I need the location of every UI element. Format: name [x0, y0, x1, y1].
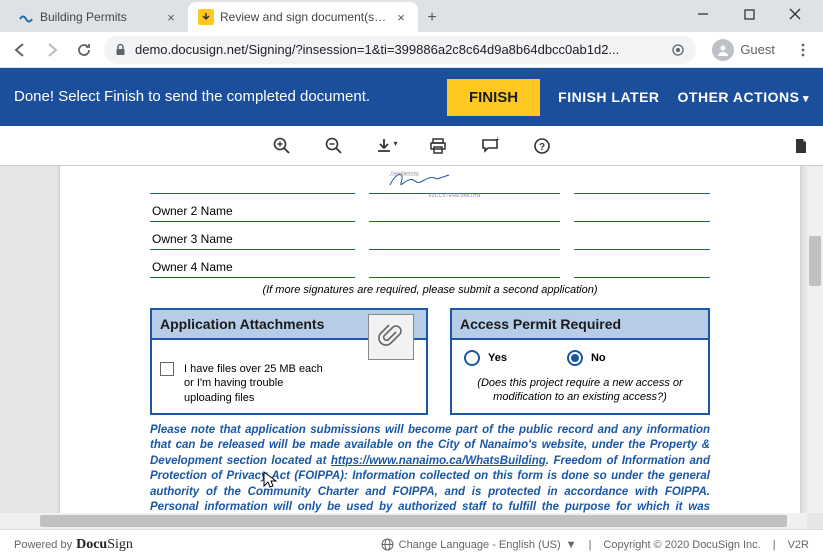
download-icon[interactable]: ▾	[374, 134, 398, 158]
owner1-date-cell	[574, 190, 711, 194]
avatar-icon	[712, 39, 734, 61]
comment-icon[interactable]: +	[478, 134, 502, 158]
new-tab-button[interactable]: +	[418, 4, 446, 32]
horizontal-scrollbar[interactable]	[0, 513, 807, 529]
profile-chip[interactable]: Guest	[704, 37, 783, 63]
vertical-scrollbar[interactable]	[807, 166, 823, 513]
owner1-name-cell	[150, 190, 355, 194]
owner-signature-table: DocuSigned by: 63CC57EREVA81HN Owner 2 N…	[150, 166, 710, 278]
tab-title: Review and sign document(s) | D	[220, 10, 388, 24]
radio-yes-label: Yes	[488, 352, 507, 364]
svg-text:+: +	[495, 136, 500, 144]
signature-id: 63CC57EREVA81HN	[429, 193, 481, 199]
owner3-name-cell[interactable]: Owner 3 Name	[150, 232, 355, 250]
scroll-thumb[interactable]	[809, 236, 821, 286]
owner3-date-cell[interactable]	[574, 246, 711, 250]
menu-button[interactable]	[791, 38, 815, 62]
finish-button[interactable]: FINISH	[447, 79, 540, 116]
globe-icon	[381, 538, 394, 551]
docusign-logo[interactable]: DocuSign	[76, 537, 133, 553]
access-permit-no-radio[interactable]	[567, 350, 583, 366]
forward-button[interactable]	[40, 38, 64, 62]
scroll-thumb[interactable]	[40, 515, 787, 527]
guest-label: Guest	[740, 42, 775, 57]
access-permit-yes-radio[interactable]	[464, 350, 480, 366]
back-button[interactable]	[8, 38, 32, 62]
zoom-in-icon[interactable]	[270, 134, 294, 158]
tab-docusign[interactable]: Review and sign document(s) | D ×	[188, 2, 418, 32]
maximize-button[interactable]	[735, 4, 763, 24]
tab-strip: Building Permits × Review and sign docum…	[0, 0, 446, 32]
owner4-signature-cell[interactable]	[369, 274, 560, 278]
owner2-signature-cell[interactable]	[369, 218, 560, 222]
window-controls	[689, 4, 823, 32]
favicon-icon	[18, 9, 34, 25]
document-toolbar: ▾ + ?	[0, 126, 823, 166]
page-footer: Powered by DocuSign Change Language - En…	[0, 529, 823, 559]
owner4-date-cell[interactable]	[574, 274, 711, 278]
owner1-signature-cell[interactable]: DocuSigned by: 63CC57EREVA81HN	[369, 190, 560, 194]
other-actions-dropdown[interactable]: OTHER ACTIONS	[678, 89, 809, 105]
access-permit-title: Access Permit Required	[452, 310, 708, 340]
owner2-name-cell[interactable]: Owner 2 Name	[150, 204, 355, 222]
access-permit-help: (Does this project require a new access …	[460, 376, 700, 405]
tab-building-permits[interactable]: Building Permits ×	[8, 2, 188, 32]
banner-message: Done! Select Finish to send the complete…	[14, 87, 429, 107]
tab-title: Building Permits	[40, 10, 158, 24]
change-language-dropdown[interactable]: Change Language - English (US) ▼	[381, 538, 577, 551]
close-icon[interactable]: ×	[394, 10, 408, 24]
zoom-out-icon[interactable]	[322, 134, 346, 158]
version-text: V2R	[788, 539, 809, 551]
access-permit-box: Access Permit Required Yes No (Does this…	[450, 308, 710, 415]
lock-icon	[114, 43, 127, 56]
attachments-box: Application Attachments I have files ove…	[150, 308, 428, 415]
attachment-upload-button[interactable]	[368, 314, 414, 360]
document-viewport: DocuSigned by: 63CC57EREVA81HN Owner 2 N…	[0, 166, 823, 529]
reload-button[interactable]	[72, 38, 96, 62]
owner3-signature-cell[interactable]	[369, 246, 560, 250]
docusign-banner: Done! Select Finish to send the complete…	[0, 68, 823, 126]
documents-panel-icon[interactable]	[789, 134, 813, 158]
chevron-down-icon: ▼	[566, 539, 577, 551]
svg-text:?: ?	[538, 142, 544, 153]
address-bar: demo.docusign.net/Signing/?insession=1&t…	[0, 32, 823, 68]
owner2-date-cell[interactable]	[574, 218, 711, 222]
url-field[interactable]: demo.docusign.net/Signing/?insession=1&t…	[104, 36, 696, 64]
svg-text:DocuSigned by:: DocuSigned by:	[391, 170, 419, 175]
whats-building-link[interactable]: https://www.nanaimo.ca/WhatsBuilding	[331, 455, 546, 467]
copyright-text: Copyright © 2020 DocuSign Inc.	[603, 539, 760, 551]
browser-titlebar: Building Permits × Review and sign docum…	[0, 0, 823, 32]
close-icon[interactable]: ×	[164, 10, 178, 24]
target-icon[interactable]	[670, 42, 686, 58]
favicon-icon	[198, 9, 214, 25]
owner4-name-cell[interactable]: Owner 4 Name	[150, 260, 355, 278]
print-icon[interactable]	[426, 134, 450, 158]
minimize-button[interactable]	[689, 4, 717, 24]
radio-no-label: No	[591, 352, 606, 364]
finish-later-button[interactable]: FINISH LATER	[558, 89, 659, 105]
help-icon[interactable]: ?	[530, 134, 554, 158]
large-files-label: I have files over 25 MB each or I'm havi…	[184, 362, 324, 405]
close-window-button[interactable]	[781, 4, 809, 24]
large-files-checkbox[interactable]	[160, 362, 174, 376]
document-page: DocuSigned by: 63CC57EREVA81HN Owner 2 N…	[60, 166, 800, 529]
powered-by-label: Powered by	[14, 539, 72, 551]
second-application-note: (If more signatures are required, please…	[150, 284, 710, 296]
url-text: demo.docusign.net/Signing/?insession=1&t…	[135, 42, 662, 57]
